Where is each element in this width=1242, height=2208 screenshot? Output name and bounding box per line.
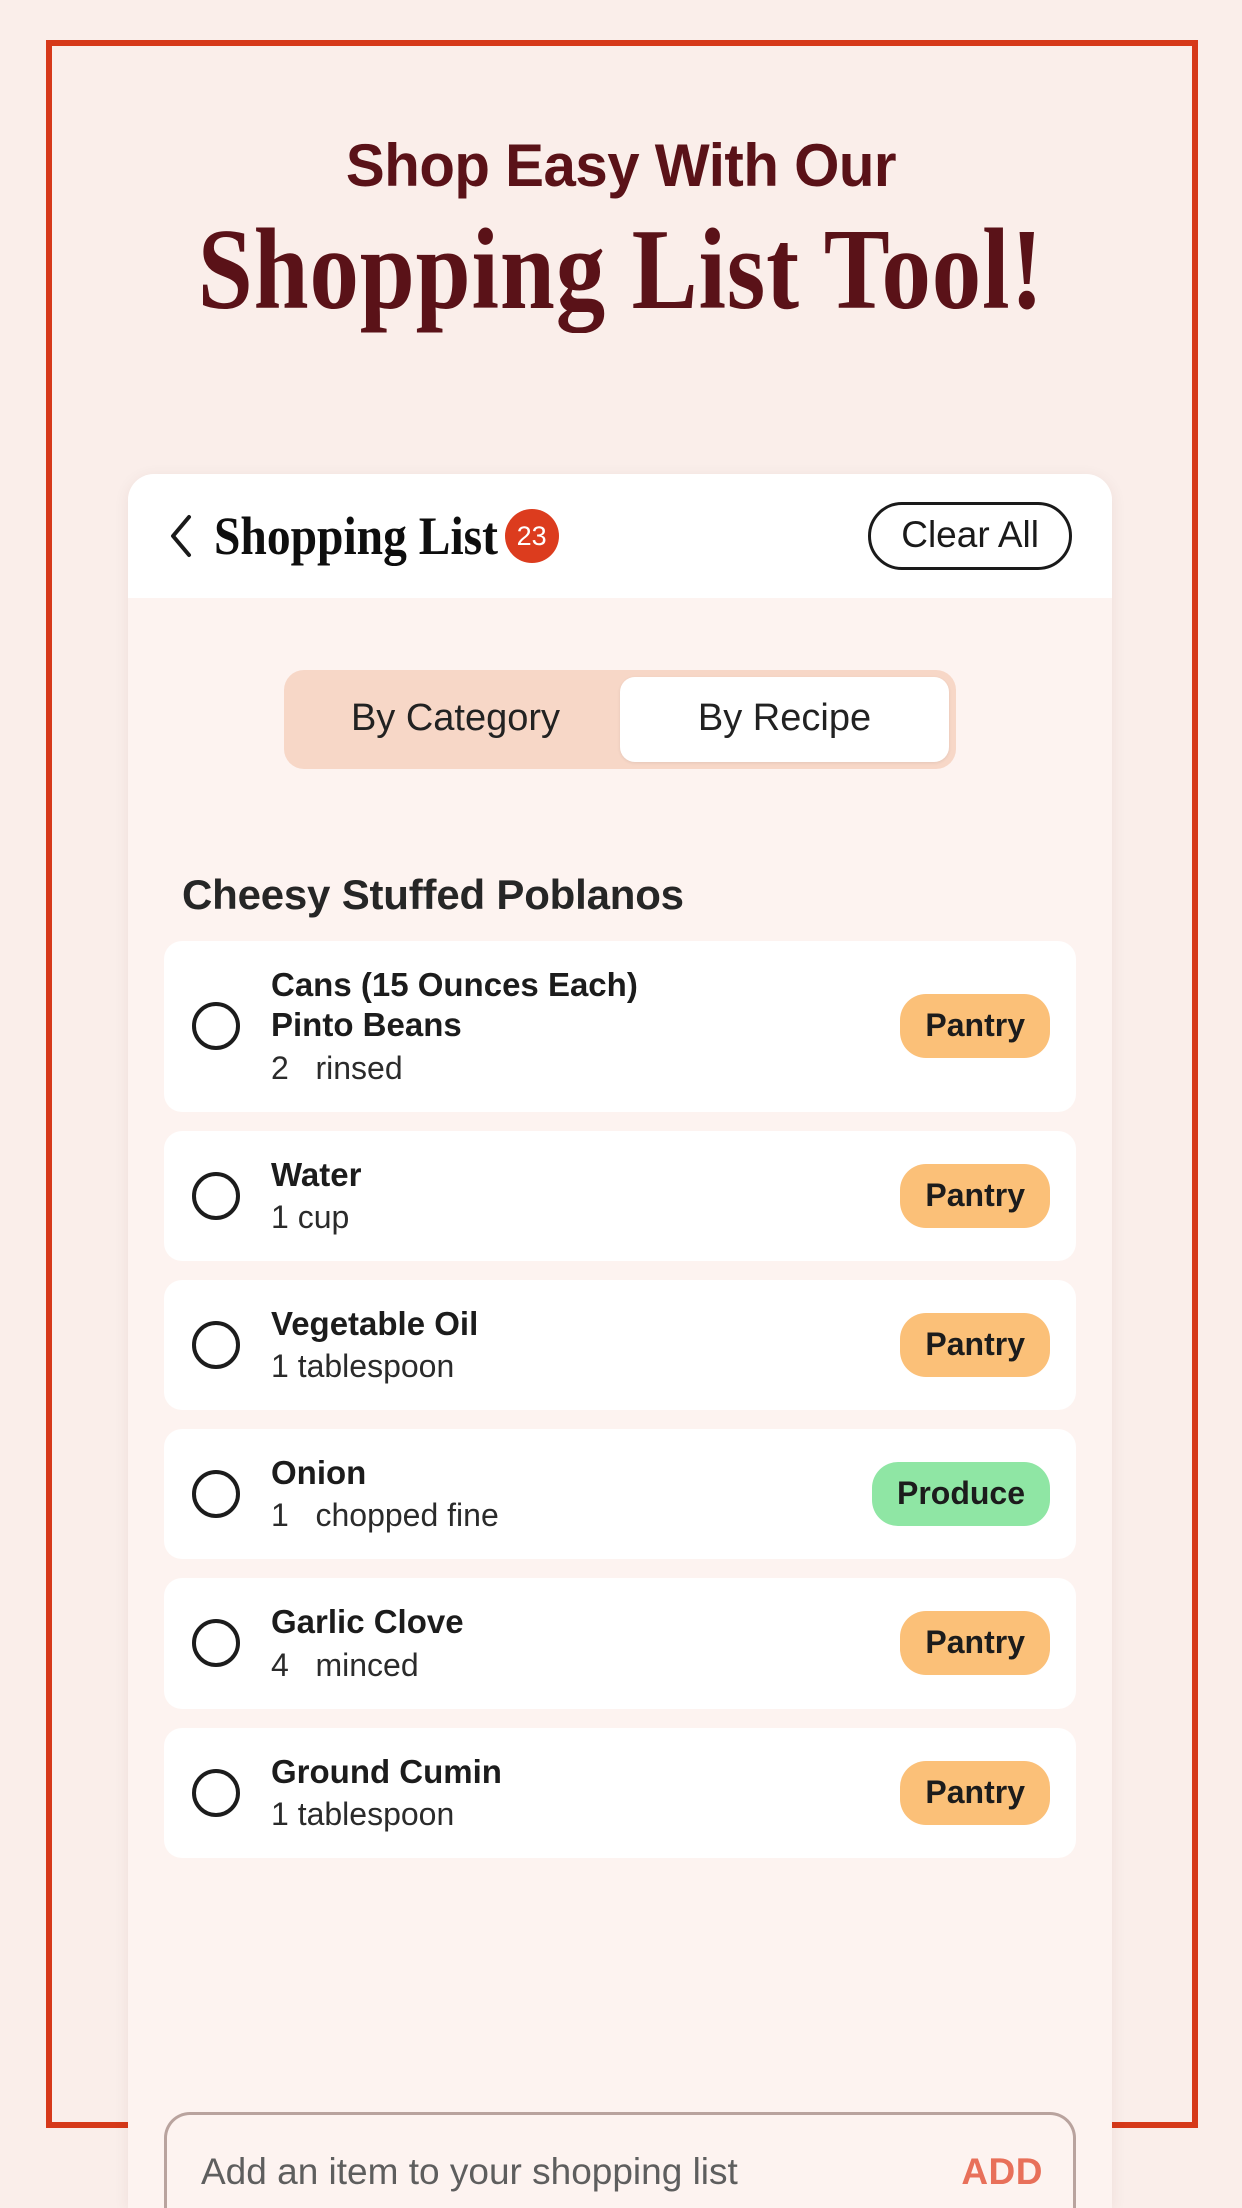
clear-all-button[interactable]: Clear All: [868, 502, 1072, 570]
item-quantity: 1 chopped fine: [271, 1497, 499, 1534]
shopping-item-list: Cans (15 Ounces Each) Pinto Beans 2 rinse…: [164, 941, 1076, 1858]
item-name: Water: [271, 1155, 362, 1193]
item-checkbox[interactable]: [192, 1768, 240, 1817]
list-item[interactable]: Garlic Clove 4 minced Pantry: [164, 1578, 1076, 1709]
item-quantity: 1 cup: [271, 1198, 350, 1235]
item-checkbox[interactable]: [192, 1470, 240, 1519]
recipe-group-title: Cheesy Stuffed Poblanos: [182, 871, 684, 918]
list-item[interactable]: Vegetable Oil 1 tablespoon Pantry: [164, 1279, 1076, 1410]
item-name: Vegetable Oil: [271, 1304, 479, 1342]
view-toggle-wrapper: By Category By Recipe: [164, 598, 1076, 769]
status-badge[interactable]: Pantry: [900, 994, 1050, 1059]
app-body: By Category By Recipe Cheesy Stuffed Pob…: [128, 598, 1112, 1858]
item-count-badge: 23: [504, 509, 559, 563]
item-name: Ground Cumin: [271, 1752, 502, 1790]
view-toggle: By Category By Recipe: [284, 670, 956, 769]
status-badge[interactable]: Pantry: [900, 1760, 1050, 1825]
list-item[interactable]: Water 1 cup Pantry: [164, 1130, 1076, 1261]
list-item[interactable]: Ground Cumin 1 tablespoon Pantry: [164, 1727, 1076, 1858]
item-text-block: Water 1 cup: [271, 1155, 886, 1237]
item-checkbox[interactable]: [192, 1171, 240, 1220]
item-quantity: 4 minced: [271, 1646, 419, 1683]
add-item-bar: ADD: [164, 2112, 1076, 2208]
item-text-block: Ground Cumin 1 tablespoon: [271, 1752, 886, 1834]
item-text-block: Cans (15 Ounces Each) Pinto Beans 2 rinse…: [271, 965, 886, 1088]
status-badge[interactable]: Pantry: [900, 1312, 1050, 1377]
item-checkbox[interactable]: [192, 1619, 240, 1668]
item-quantity: 1 tablespoon: [271, 1795, 455, 1832]
tab-by-recipe[interactable]: By Recipe: [620, 677, 949, 762]
item-name: Onion: [271, 1454, 367, 1491]
chevron-left-icon[interactable]: [166, 513, 196, 559]
add-item-input[interactable]: [201, 2130, 962, 2193]
page-title: Shopping List: [214, 506, 498, 566]
list-item[interactable]: Onion 1 chopped fine Produce: [164, 1429, 1076, 1560]
add-item-button[interactable]: ADD: [961, 2131, 1043, 2193]
status-badge[interactable]: Produce: [871, 1462, 1050, 1527]
app-header: Shopping List 23 Clear All: [128, 474, 1112, 598]
status-badge[interactable]: Pantry: [900, 1611, 1050, 1676]
headline-block: Shop Easy With Our Shopping List Tool!: [0, 136, 1242, 331]
headline-line-2: Shopping List Tool!: [197, 206, 1045, 333]
headline-line-1: Shop Easy With Our: [345, 132, 897, 199]
item-checkbox[interactable]: [192, 1002, 240, 1051]
item-text-block: Vegetable Oil 1 tablespoon: [271, 1304, 886, 1386]
list-item[interactable]: Cans (15 Ounces Each) Pinto Beans 2 rinse…: [164, 941, 1076, 1112]
item-name: Garlic Clove: [271, 1603, 464, 1641]
shopping-list-app-card: Shopping List 23 Clear All By Category B…: [128, 474, 1112, 2208]
item-checkbox[interactable]: [192, 1320, 240, 1369]
item-quantity: 2 rinsed: [271, 1049, 403, 1086]
item-text-block: Garlic Clove 4 minced: [271, 1602, 886, 1684]
item-text-block: Onion 1 chopped fine: [271, 1453, 858, 1535]
tab-by-category[interactable]: By Category: [291, 677, 620, 762]
item-name: Cans (15 Ounces Each) Pinto Beans: [271, 966, 638, 1044]
status-badge[interactable]: Pantry: [900, 1163, 1050, 1228]
item-quantity: 1 tablespoon: [271, 1348, 455, 1384]
